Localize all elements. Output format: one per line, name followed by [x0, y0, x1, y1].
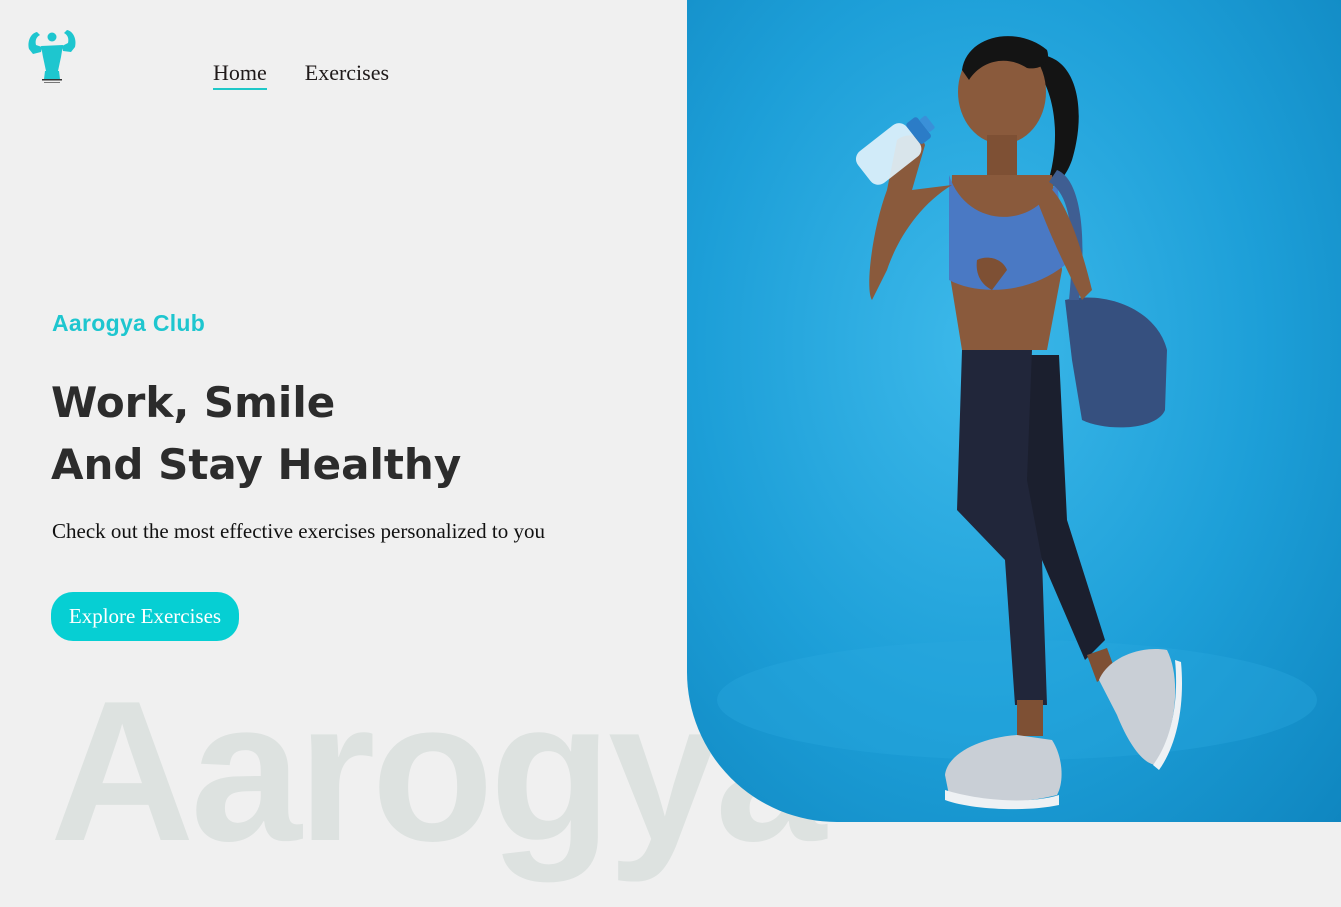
nav-exercises-link[interactable]: Exercises: [305, 60, 389, 90]
woman-drinking-water-illustration: [717, 36, 1317, 810]
hero-banner-image: [687, 0, 1341, 822]
nav-home-link[interactable]: Home: [213, 60, 267, 90]
explore-exercises-button[interactable]: Explore Exercises: [51, 592, 239, 641]
brand-subtitle: Aarogya Club: [52, 310, 206, 336]
flexing-bodybuilder-icon: [28, 30, 76, 83]
headline-line-1: Work, Smile: [51, 378, 336, 427]
hero-tagline: Check out the most effective exercises p…: [52, 519, 545, 543]
main-nav: Home Exercises: [213, 60, 389, 90]
hero-headline: Work, Smile And Stay Healthy: [51, 372, 461, 496]
logo[interactable]: [25, 27, 79, 85]
headline-line-2: And Stay Healthy: [51, 440, 462, 489]
